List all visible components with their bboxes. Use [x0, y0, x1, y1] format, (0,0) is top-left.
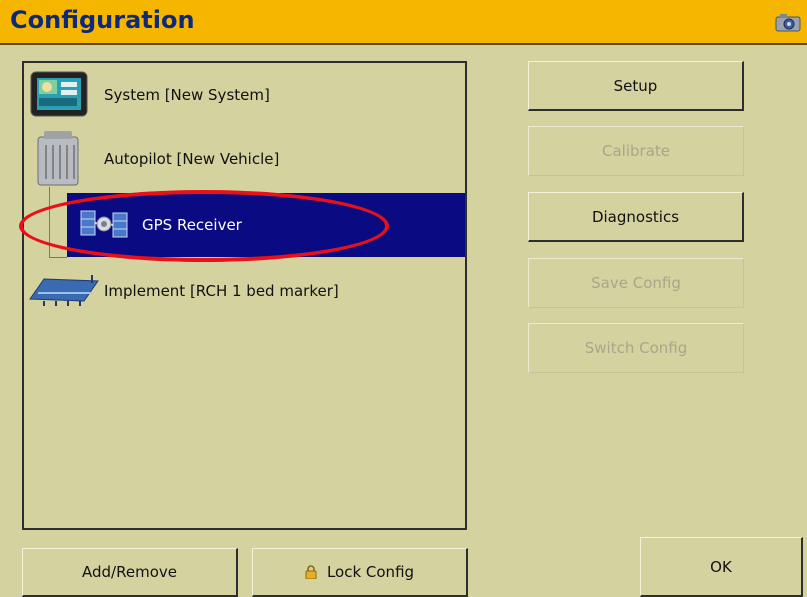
tree-item-label: GPS Receiver — [142, 216, 242, 234]
tree-item-label: Implement [RCH 1 bed marker] — [104, 282, 339, 300]
save-config-button[interactable]: Save Config — [528, 258, 744, 308]
lock-config-label: Lock Config — [326, 563, 415, 581]
implement-icon — [26, 273, 102, 311]
lock-icon — [305, 565, 317, 580]
ok-button[interactable]: OK — [640, 537, 803, 597]
lock-config-button[interactable]: Lock Config — [252, 548, 468, 597]
diagnostics-button[interactable]: Diagnostics — [528, 192, 744, 242]
satellite-icon — [79, 205, 129, 249]
controller-box-icon — [32, 129, 84, 193]
tree-item-label: System [New System] — [104, 86, 270, 104]
tree-item-autopilot[interactable]: Autopilot [New Vehicle] — [24, 127, 465, 191]
tree-item-gps-receiver[interactable]: GPS Receiver — [67, 193, 465, 257]
window-title: Configuration — [10, 6, 195, 34]
tree-item-implement[interactable]: Implement [RCH 1 bed marker] — [24, 259, 465, 323]
title-bar: Configuration — [0, 0, 807, 45]
configuration-tree: System [New System] Autopilot [New Vehic… — [22, 61, 467, 530]
tree-connector — [49, 257, 67, 258]
tree-connector — [49, 187, 50, 257]
tree-item-system[interactable]: System [New System] — [24, 63, 465, 127]
switch-config-button[interactable]: Switch Config — [528, 323, 744, 373]
tree-item-label: Autopilot [New Vehicle] — [104, 150, 280, 168]
setup-button[interactable]: Setup — [528, 61, 744, 111]
display-terminal-icon — [29, 68, 89, 124]
add-remove-button[interactable]: Add/Remove — [22, 548, 238, 597]
camera-icon[interactable] — [775, 14, 801, 32]
calibrate-button[interactable]: Calibrate — [528, 126, 744, 176]
